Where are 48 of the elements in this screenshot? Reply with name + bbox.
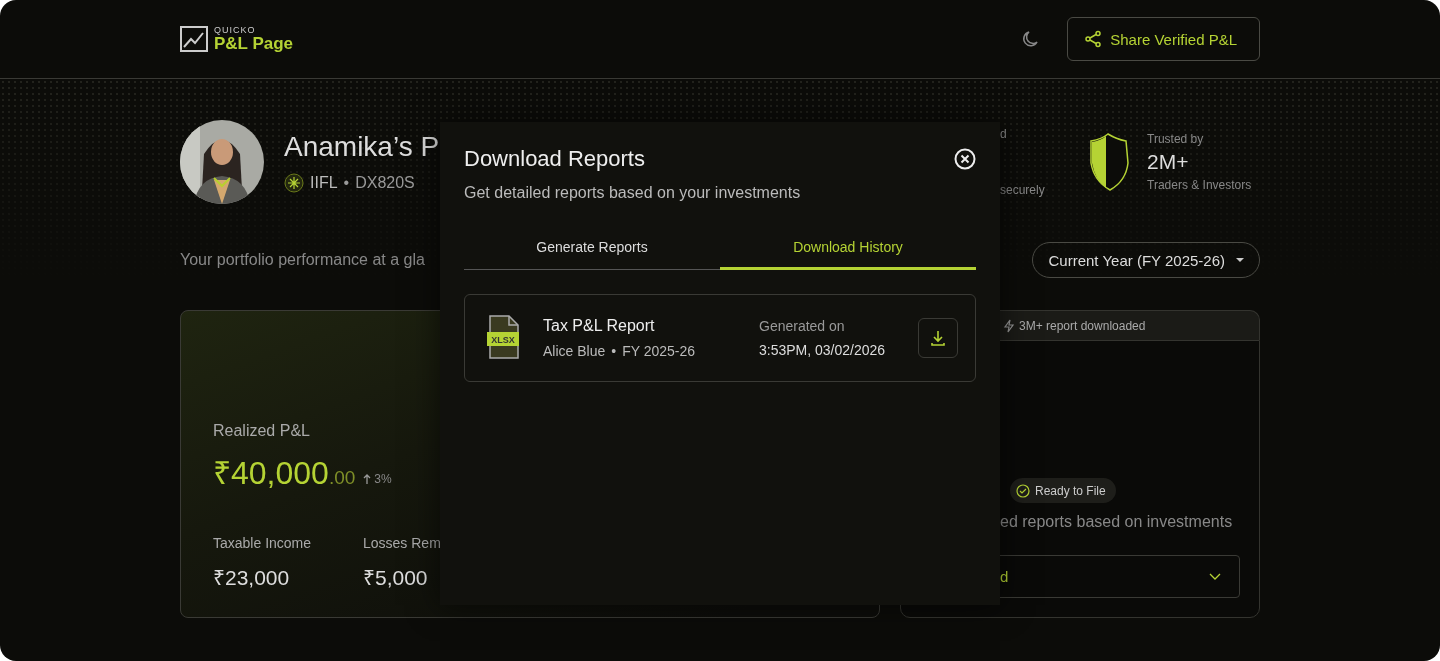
- stat-value: ₹5,000: [363, 565, 429, 591]
- brand-label: QUICKO: [214, 25, 257, 35]
- share-button[interactable]: Share Verified P&L: [1067, 17, 1260, 61]
- broker-logo-icon: [284, 172, 304, 193]
- check-circle-icon: [1016, 483, 1030, 498]
- download-icon: [929, 329, 947, 347]
- badge-title: d: [1000, 126, 1008, 141]
- broker-name: IIFL: [310, 173, 338, 192]
- client-id: DX820S: [355, 173, 415, 192]
- separator-dot: •: [611, 343, 617, 359]
- report-period: FY 2025-26: [622, 343, 696, 359]
- reports-description: ed reports based on investments: [1000, 513, 1234, 531]
- banner-text: 3M+ report downloaded: [1019, 318, 1146, 333]
- badge-caption: securely: [1000, 182, 1046, 197]
- product-name: P&L Page: [214, 35, 294, 53]
- pnl-decimals: .00: [328, 467, 356, 489]
- trusted-label: Trusted by: [1147, 131, 1205, 146]
- lightning-icon: [1003, 318, 1015, 333]
- share-icon: [1084, 30, 1103, 48]
- portfolio-title: Anamika’s P: [284, 130, 440, 163]
- user-count: 2M+: [1147, 149, 1190, 174]
- file-icon: [487, 315, 519, 359]
- stat-label: Losses Rem: [363, 535, 442, 551]
- tab[interactable]: Generate Reports: [464, 228, 720, 270]
- dialog-subtitle: Get detailed reports based on your investments: [464, 184, 802, 202]
- separator-dot: •: [343, 173, 350, 192]
- stat-label: Taxable Income: [213, 535, 313, 551]
- chevron-down-icon: [1209, 572, 1221, 581]
- close-icon[interactable]: [954, 148, 976, 170]
- chart-icon: [180, 26, 208, 52]
- download-button[interactable]: [918, 318, 958, 358]
- arrow-up-icon: [363, 474, 372, 484]
- pnl-amount: ₹40,000: [213, 454, 329, 493]
- file-type-label: XLSX: [491, 335, 515, 345]
- generated-label: Generated on: [759, 318, 846, 334]
- tab[interactable]: Download History: [720, 228, 976, 270]
- trusted-caption: Traders & Investors: [1147, 177, 1252, 192]
- pnl-label: Realized P&L: [213, 422, 311, 440]
- status-text: Ready to File: [1035, 483, 1106, 498]
- generated-time: 3:53PM, 03/02/2026: [759, 342, 886, 358]
- dialog-title: Download Reports: [464, 146, 645, 172]
- stat-value: ₹23,000: [213, 565, 291, 591]
- shield-icon: [1088, 132, 1130, 191]
- report-broker: Alice Blue: [543, 343, 606, 359]
- change-percent: 3%: [374, 472, 392, 486]
- caret-icon: [1235, 257, 1245, 263]
- report-name: Tax P&L Report: [543, 317, 656, 335]
- tagline: Your portfolio performance at a gla: [180, 251, 425, 269]
